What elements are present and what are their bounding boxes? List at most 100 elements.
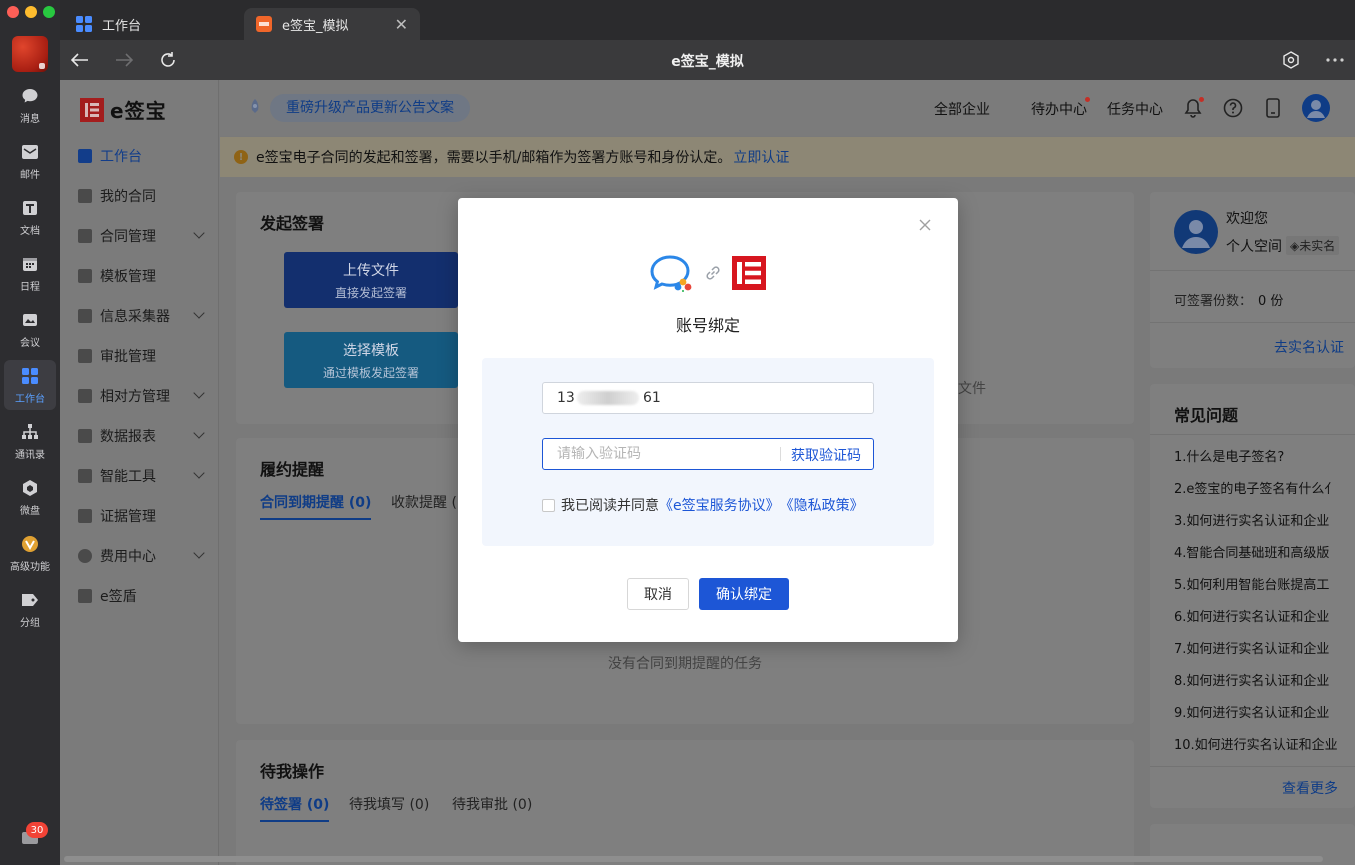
close-icon[interactable] bbox=[918, 218, 932, 232]
tab-to-sign[interactable]: 待签署 (0) bbox=[260, 794, 330, 822]
all-companies-link[interactable]: 全部企业 bbox=[934, 99, 990, 119]
minimize-window-button[interactable] bbox=[25, 6, 37, 18]
sidebar-item-label: 审批管理 bbox=[100, 349, 156, 365]
personal-space-text: 个人空间 bbox=[1226, 239, 1282, 255]
mail-icon bbox=[20, 142, 40, 162]
maximize-window-button[interactable] bbox=[43, 6, 55, 18]
faq-item[interactable]: 10.如何进行实名认证和企业 bbox=[1174, 734, 1338, 753]
help-icon[interactable] bbox=[1222, 97, 1244, 119]
tab-workbench[interactable]: 工作台 bbox=[64, 8, 240, 40]
faq-item[interactable]: 5.如何利用智能台账提高工 bbox=[1174, 574, 1329, 593]
faq-item[interactable]: 8.如何进行实名认证和企业 bbox=[1174, 670, 1329, 689]
document-icon bbox=[20, 198, 40, 218]
sidebar-item-info-collector[interactable]: 信息采集器 bbox=[60, 296, 219, 336]
faq-item[interactable]: 1.什么是电子签名? bbox=[1174, 446, 1284, 465]
upload-file-sub: 直接发起签署 bbox=[334, 285, 407, 300]
dock-label: 会议 bbox=[20, 337, 40, 349]
app-dock: 消息 邮件 文档 日程 会议 工作台 通讯录 微盘 高级功能 分组 30 bbox=[0, 0, 60, 865]
profile-avatar-icon bbox=[1174, 210, 1218, 254]
sidebar-item-counterparties[interactable]: 相对方管理 bbox=[60, 376, 219, 416]
dock-item-drive[interactable]: 微盘 bbox=[4, 472, 56, 522]
chevron-down-icon bbox=[193, 387, 205, 399]
dock-item-groups[interactable]: 分组 bbox=[4, 584, 56, 634]
app-sidebar: e签宝 工作台 我的合同 合同管理 模板管理 信息采集器 审批管理 相对方管理 … bbox=[60, 80, 219, 865]
get-code-button[interactable]: 获取验证码 bbox=[791, 445, 861, 465]
dock-label: 日程 bbox=[20, 281, 40, 293]
yen-coin-icon bbox=[78, 549, 92, 563]
tab-expiry-reminder[interactable]: 合同到期提醒 (0) bbox=[260, 492, 372, 520]
sidebar-item-reports[interactable]: 数据报表 bbox=[60, 416, 219, 456]
sidebar-item-contract-management[interactable]: 合同管理 bbox=[60, 216, 219, 256]
announcement-banner[interactable]: 重磅升级产品更新公告文案 bbox=[244, 94, 470, 122]
upload-file-button[interactable]: 上传文件 直接发起签署 bbox=[284, 252, 458, 308]
video-meeting-icon bbox=[20, 310, 40, 330]
go-verify-link[interactable]: 去实名认证 bbox=[1274, 337, 1344, 357]
dock-item-calendar[interactable]: 日程 bbox=[4, 248, 56, 298]
forward-arrow-icon[interactable] bbox=[114, 50, 134, 70]
faq-item[interactable]: 3.如何进行实名认证和企业 bbox=[1174, 510, 1329, 529]
tab-payment-reminder[interactable]: 收款提醒 (( bbox=[391, 492, 462, 512]
upload-file-label: 上传文件 bbox=[343, 262, 399, 279]
dock-item-premium[interactable]: 高级功能 bbox=[4, 528, 56, 578]
chevron-down-icon bbox=[193, 227, 205, 239]
dock-item-docs[interactable]: 文档 bbox=[4, 192, 56, 242]
dock-item-mail[interactable]: 邮件 bbox=[4, 136, 56, 186]
verify-now-link[interactable]: 立即认证 bbox=[733, 147, 789, 167]
back-arrow-icon[interactable] bbox=[70, 50, 90, 70]
faq-item[interactable]: 2.e签宝的电子签名有什么亻 bbox=[1174, 478, 1337, 497]
sidebar-item-approvals[interactable]: 审批管理 bbox=[60, 336, 219, 376]
browser-tab-bar: 工作台 e签宝_模拟 ✕ bbox=[60, 0, 1355, 40]
esign-logo-icon bbox=[80, 97, 104, 122]
dock-item-workbench[interactable]: 工作台 bbox=[4, 360, 56, 410]
todo-center-link[interactable]: 待办中心 bbox=[1031, 99, 1087, 119]
sidebar-item-e-shield[interactable]: e签盾 bbox=[60, 576, 219, 616]
close-tab-icon[interactable]: ✕ bbox=[395, 15, 408, 34]
mobile-icon[interactable] bbox=[1262, 97, 1284, 119]
faq-item[interactable]: 7.如何进行实名认证和企业 bbox=[1174, 638, 1329, 657]
template-icon bbox=[78, 269, 92, 283]
agreement-row: 我已阅读并同意 《e签宝服务协议》 《隐私政策》 bbox=[542, 495, 864, 515]
tab-to-approve[interactable]: 待我审批 (0) bbox=[452, 794, 532, 814]
faq-item[interactable]: 9.如何进行实名认证和企业 bbox=[1174, 702, 1329, 721]
tab-esign[interactable]: e签宝_模拟 ✕ bbox=[244, 8, 420, 40]
task-center-link[interactable]: 任务中心 bbox=[1107, 99, 1163, 119]
faq-item[interactable]: 6.如何进行实名认证和企业 bbox=[1174, 606, 1329, 625]
privacy-policy-link[interactable]: 《隐私政策》 bbox=[780, 495, 864, 515]
sidebar-item-workbench[interactable]: 工作台 bbox=[60, 136, 219, 176]
dock-item-contacts[interactable]: 通讯录 bbox=[4, 416, 56, 466]
settings-hexagon-icon[interactable] bbox=[1281, 50, 1301, 70]
esign-favicon-icon bbox=[256, 16, 272, 32]
dock-item-meetings[interactable]: 会议 bbox=[4, 304, 56, 354]
sidebar-item-templates[interactable]: 模板管理 bbox=[60, 256, 219, 296]
faq-item[interactable]: 4.智能合同基础班和高级版 bbox=[1174, 542, 1329, 561]
cancel-button[interactable]: 取消 bbox=[627, 578, 689, 610]
profile-card: 欢迎您 个人空间 ◈未实名 可签署份数： 0 份 去实名认证 bbox=[1150, 192, 1355, 368]
evidence-icon bbox=[78, 509, 92, 523]
premium-icon bbox=[20, 534, 40, 554]
esign-logo[interactable]: e签宝 bbox=[80, 95, 167, 124]
close-window-button[interactable] bbox=[7, 6, 19, 18]
more-menu-icon[interactable] bbox=[1325, 50, 1345, 70]
phone-suffix: 61 bbox=[643, 390, 661, 406]
partial-text: 文件 bbox=[958, 381, 986, 397]
confirm-binding-button[interactable]: 确认绑定 bbox=[699, 578, 789, 610]
sidebar-item-ai-tools[interactable]: 智能工具 bbox=[60, 456, 219, 496]
tab-label: 工作台 bbox=[102, 18, 142, 34]
sidebar-item-billing[interactable]: 费用中心 bbox=[60, 536, 219, 576]
refresh-icon[interactable] bbox=[158, 50, 178, 70]
link-icon bbox=[706, 266, 720, 280]
account-avatar-icon[interactable] bbox=[1302, 94, 1330, 122]
faq-more-link[interactable]: 查看更多 bbox=[1282, 778, 1338, 798]
org-chart-icon bbox=[20, 422, 40, 442]
select-template-button[interactable]: 选择模板 通过模板发起签署 bbox=[284, 332, 458, 388]
sidebar-item-my-contracts[interactable]: 我的合同 bbox=[60, 176, 219, 216]
dock-item-messages[interactable]: 消息 bbox=[4, 80, 56, 130]
sidebar-item-evidence[interactable]: 证据管理 bbox=[60, 496, 219, 536]
user-avatar[interactable] bbox=[12, 36, 48, 72]
agreement-checkbox[interactable] bbox=[542, 498, 555, 512]
reminder-title: 履约提醒 bbox=[260, 460, 325, 479]
tab-to-fill[interactable]: 待我填写 (0) bbox=[349, 794, 429, 814]
verification-code-input[interactable] bbox=[557, 444, 767, 464]
horizontal-scrollbar[interactable] bbox=[64, 856, 1323, 862]
service-agreement-link[interactable]: 《e签宝服务协议》 bbox=[659, 495, 780, 515]
